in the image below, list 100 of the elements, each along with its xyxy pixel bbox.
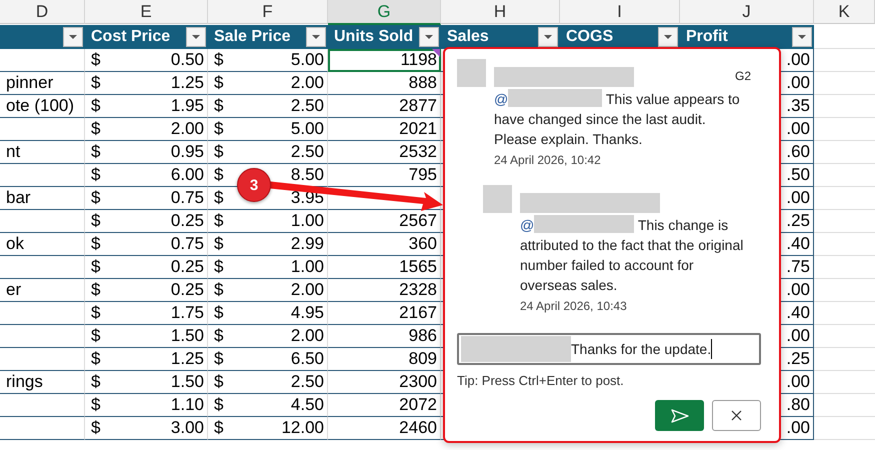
column-letter[interactable]: F	[208, 0, 328, 24]
amount: 1.10	[170, 394, 204, 416]
table-cell: .25	[786, 210, 810, 232]
currency-symbol: $	[91, 141, 100, 163]
column-letter[interactable]: H	[441, 0, 560, 24]
filter-button[interactable]	[792, 27, 812, 47]
currency-symbol: $	[91, 325, 100, 347]
table-cell: 2328	[399, 279, 437, 301]
comment-timestamp: 24 April 2026, 10:42	[494, 153, 602, 167]
amount: 2.50	[290, 95, 324, 117]
amount: 1.95	[170, 95, 204, 117]
currency-symbol: $	[91, 233, 100, 255]
tip-text: Tip: Press Ctrl+Enter to post.	[457, 373, 625, 388]
caret-icon	[312, 35, 320, 39]
table-cell: .00	[786, 371, 810, 393]
post-button[interactable]	[655, 400, 704, 431]
amount: 5.00	[290, 118, 324, 140]
cancel-button[interactable]	[712, 400, 761, 431]
amount: 2.99	[290, 233, 324, 255]
amount: 3.00	[170, 417, 204, 439]
filter-button[interactable]	[63, 27, 83, 47]
amount: 0.75	[170, 187, 204, 209]
currency-symbol: $	[91, 164, 100, 186]
table-cell: pinner	[0, 72, 85, 95]
column-header: Profit	[686, 28, 728, 46]
column-header: Cost Price	[91, 28, 170, 46]
currency-symbol: $	[91, 417, 100, 439]
mention[interactable]: @	[494, 91, 508, 107]
cell-reference: G2	[734, 69, 751, 83]
currency-symbol: $	[91, 348, 100, 370]
table-cell: rings	[0, 371, 85, 394]
filter-button[interactable]	[419, 27, 439, 47]
amount: 1.00	[290, 210, 324, 232]
comment-text: @ This value appears to have changed since the last audit. Please explain. Thanks.	[494, 89, 741, 149]
currency-symbol: $	[91, 279, 100, 301]
table-cell: .40	[786, 302, 810, 324]
amount: 2.50	[290, 141, 324, 163]
table-cell: 986	[408, 325, 437, 347]
currency-symbol: $	[214, 95, 224, 117]
table-cell: 360	[408, 233, 437, 255]
filter-button[interactable]	[306, 27, 326, 47]
column-letter[interactable]: K	[814, 0, 875, 24]
currency-symbol: $	[214, 210, 224, 232]
table-cell: .35	[786, 95, 810, 117]
amount: 2.00	[170, 118, 204, 140]
amount: 0.75	[170, 233, 204, 255]
table-cell: 2021	[399, 118, 437, 140]
currency-symbol: $	[91, 95, 100, 117]
currency-symbol: $	[214, 417, 224, 439]
column-letter[interactable]: G	[328, 0, 441, 25]
currency-symbol: $	[214, 233, 224, 255]
table-cell: 2167	[399, 302, 437, 324]
caret-icon	[425, 35, 433, 39]
filter-button[interactable]	[538, 27, 558, 47]
currency-symbol: $	[91, 256, 100, 278]
table-cell: ok	[0, 233, 85, 256]
redaction-block	[483, 185, 512, 213]
column-letter[interactable]: E	[85, 0, 208, 24]
caret-icon	[798, 35, 806, 39]
table-cell: 2532	[399, 141, 437, 163]
amount: 1.50	[170, 325, 204, 347]
filter-button[interactable]	[186, 27, 206, 47]
filter-button[interactable]	[658, 27, 678, 47]
table-cell: 2072	[399, 394, 437, 416]
currency-symbol: $	[214, 141, 224, 163]
currency-symbol: $	[214, 371, 224, 393]
column-header: Sales	[447, 28, 489, 46]
amount: 2.00	[290, 325, 324, 347]
currency-symbol: $	[214, 348, 224, 370]
currency-symbol: $	[214, 72, 224, 94]
caret-icon	[664, 35, 672, 39]
amount: 5.00	[290, 49, 324, 71]
table-cell: 2300	[399, 371, 437, 393]
mention[interactable]: @	[520, 217, 534, 233]
column-header: COGS	[566, 28, 614, 46]
table-cell: .75	[786, 256, 810, 278]
currency-symbol: $	[91, 302, 100, 324]
table-cell: 1565	[399, 256, 437, 278]
table-cell: .00	[786, 187, 810, 209]
table-cell: .00	[786, 72, 810, 94]
amount: 0.25	[170, 256, 204, 278]
column-letter[interactable]: D	[0, 0, 85, 24]
table-cell: .25	[786, 348, 810, 370]
comment-input[interactable]: Thanks for the update.	[457, 333, 761, 365]
currency-symbol: $	[214, 279, 224, 301]
caret-icon	[69, 35, 77, 39]
amount: 4.50	[290, 394, 324, 416]
amount: 0.95	[170, 141, 204, 163]
table-cell: nt	[0, 141, 85, 164]
amount: 8.50	[290, 164, 324, 186]
amount: 0.25	[170, 210, 204, 232]
currency-symbol: $	[214, 325, 224, 347]
currency-symbol: $	[214, 256, 224, 278]
column-letter[interactable]: I	[560, 0, 680, 24]
caret-icon	[544, 35, 552, 39]
table-cell: .40	[786, 233, 810, 255]
table-cell: er	[0, 279, 85, 302]
selected-cell-border[interactable]: 1198	[328, 49, 441, 72]
table-cell: .50	[786, 164, 810, 186]
column-letter[interactable]: J	[680, 0, 814, 24]
